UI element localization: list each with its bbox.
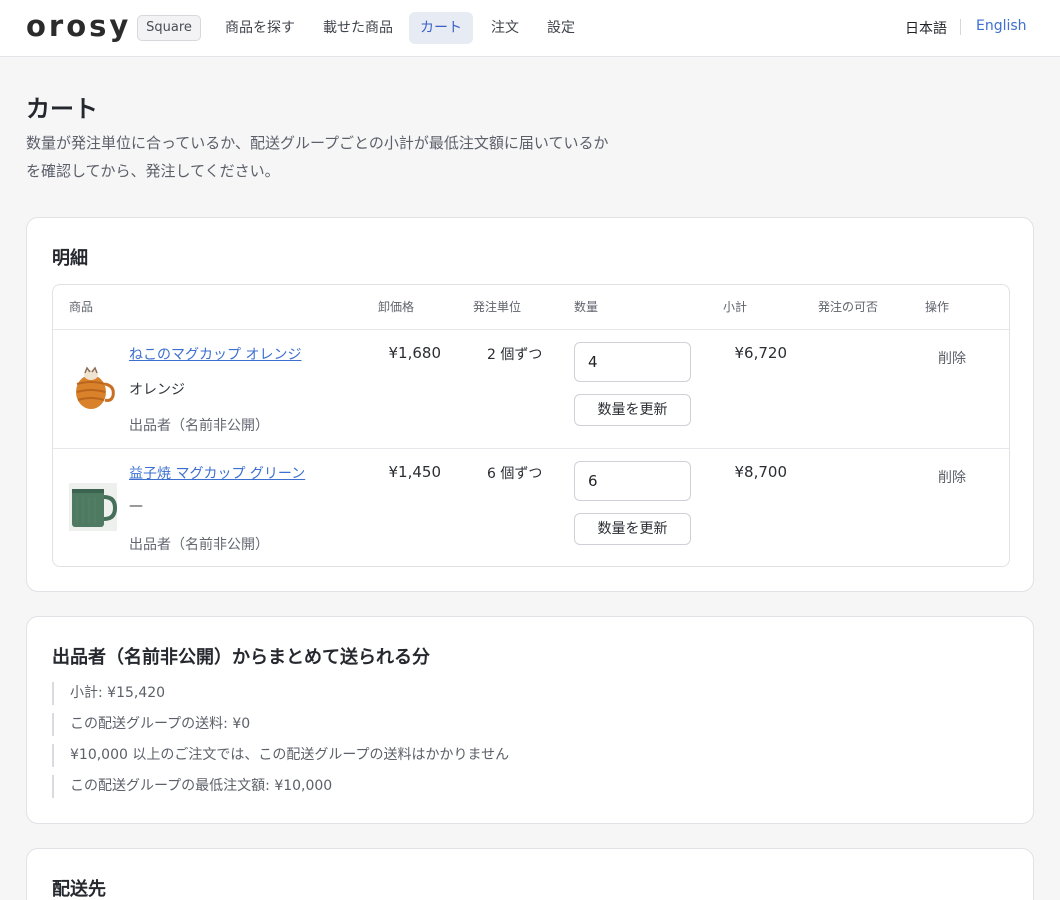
shipping-group-card: 出品者（名前非公開）からまとめて送られる分 小計: ¥15,420 この配送グル… bbox=[26, 616, 1034, 824]
order-unit: 6 個ずつ bbox=[487, 466, 543, 482]
page-description-line1: 数量が発注単位に合っているか、配送グループごとの小計が最低注文額に届いているか bbox=[26, 134, 609, 152]
brand-logo[interactable]: orosy bbox=[26, 9, 131, 43]
delete-item-button[interactable]: 削除 bbox=[938, 467, 966, 487]
destination-card: 配送先 bbox=[26, 848, 1034, 900]
product-name-link[interactable]: 益子焼 マグカップ グリーン bbox=[129, 463, 305, 483]
line-subtotal: ¥8,700 bbox=[734, 463, 788, 481]
column-header-actions: 操作 bbox=[925, 300, 950, 314]
minimum-order-amount: この配送グループの最低注文額: ¥10,000 bbox=[52, 775, 332, 798]
language-japanese[interactable]: 日本語 bbox=[905, 18, 947, 38]
wholesale-price: ¥1,680 bbox=[388, 344, 442, 362]
product-name-link[interactable]: ねこのマグカップ オレンジ bbox=[129, 344, 301, 364]
column-header-availability: 発注の可否 bbox=[818, 300, 879, 314]
column-header-product: 商品 bbox=[69, 300, 94, 314]
column-header-subtotal: 小計 bbox=[723, 300, 748, 314]
orange-cat-mug-thumbnail bbox=[69, 364, 117, 412]
language-divider bbox=[960, 19, 961, 35]
quantity-input[interactable]: 6 bbox=[574, 461, 691, 501]
destination-title: 配送先 bbox=[52, 879, 106, 900]
page-description-line2: を確認してから、発注してください。 bbox=[26, 162, 280, 180]
update-quantity-button[interactable]: 数量を更新 bbox=[574, 513, 691, 545]
product-variant: オレンジ bbox=[129, 382, 185, 398]
delete-item-button[interactable]: 削除 bbox=[938, 348, 966, 368]
details-title: 明細 bbox=[52, 248, 88, 269]
group-shipping-fee: この配送グループの送料: ¥0 bbox=[52, 713, 250, 736]
page-title: カート bbox=[26, 95, 98, 123]
green-mashiko-mug-thumbnail bbox=[69, 483, 117, 531]
column-header-order-unit: 発注単位 bbox=[473, 300, 522, 314]
language-english[interactable]: English bbox=[976, 18, 1027, 34]
cart-details-card: 明細 商品 卸価格 発注単位 数量 小計 発注の可否 操作 ねこのマグカップ オ… bbox=[26, 217, 1034, 592]
product-seller: 出品者（名前非公開） bbox=[129, 418, 269, 434]
line-subtotal: ¥6,720 bbox=[734, 344, 788, 362]
product-seller: 出品者（名前非公開） bbox=[129, 537, 269, 553]
table-row: 益子焼 マグカップ グリーン — 出品者（名前非公開） ¥1,450 6 個ずつ… bbox=[53, 449, 1009, 567]
order-unit: 2 個ずつ bbox=[487, 347, 543, 363]
page-description: 数量が発注単位に合っているか、配送グループごとの小計が最低注文額に届いているか … bbox=[26, 129, 666, 185]
nav-find-products[interactable]: 商品を探す bbox=[214, 12, 306, 44]
nav-orders[interactable]: 注文 bbox=[480, 12, 530, 44]
column-header-quantity: 数量 bbox=[574, 300, 599, 314]
nav-cart[interactable]: カート bbox=[409, 12, 473, 44]
nav-listed-products[interactable]: 載せた商品 bbox=[312, 12, 404, 44]
quantity-input[interactable]: 4 bbox=[574, 342, 691, 382]
plan-badge: Square bbox=[137, 15, 201, 41]
column-header-wholesale-price: 卸価格 bbox=[378, 300, 415, 314]
group-subtotal: 小計: ¥15,420 bbox=[52, 682, 165, 705]
cart-table: 商品 卸価格 発注単位 数量 小計 発注の可否 操作 ねこのマグカップ オレンジ… bbox=[52, 284, 1010, 567]
top-navigation-bar: orosy Square 商品を探す 載せた商品 カート 注文 設定 日本語 E… bbox=[0, 0, 1060, 57]
wholesale-price: ¥1,450 bbox=[388, 463, 442, 481]
nav-settings[interactable]: 設定 bbox=[536, 12, 586, 44]
shipping-group-title: 出品者（名前非公開）からまとめて送られる分 bbox=[52, 647, 430, 668]
product-variant: — bbox=[129, 498, 143, 514]
table-row: ねこのマグカップ オレンジ オレンジ 出品者（名前非公開） ¥1,680 2 個… bbox=[53, 330, 1009, 448]
update-quantity-button[interactable]: 数量を更新 bbox=[574, 394, 691, 426]
free-shipping-threshold: ¥10,000 以上のご注文では、この配送グループの送料はかかりません bbox=[52, 744, 509, 767]
